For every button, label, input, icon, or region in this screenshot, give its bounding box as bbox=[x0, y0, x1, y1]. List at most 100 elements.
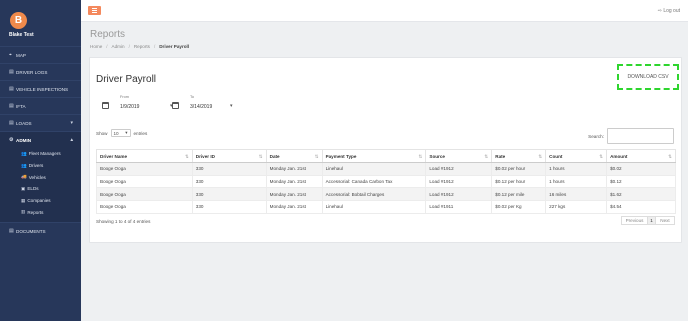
truck-icon: 🚚 bbox=[21, 174, 27, 180]
sidebar-item-driver-logs[interactable]: ▤ DRIVER LOGS bbox=[0, 63, 81, 80]
sidebar-item-label: Drivers bbox=[28, 163, 44, 169]
previous-page-button[interactable]: Previous bbox=[621, 216, 648, 225]
column-header-date[interactable]: Date ⇅ bbox=[265, 149, 323, 163]
hamburger-icon-bar bbox=[92, 11, 97, 13]
logout-link[interactable]: ⇨ Log out bbox=[658, 8, 680, 14]
column-header-driver-name[interactable]: Driver Name ⇅ bbox=[96, 149, 193, 163]
sidebar-item-ifta[interactable]: ▤ IFTA bbox=[0, 97, 81, 114]
sort-icon: ⇅ bbox=[314, 153, 319, 159]
header-label: Source bbox=[429, 153, 445, 159]
breadcrumb: Home / Admin / Reports / Driver Payroll bbox=[90, 44, 189, 49]
cell-payment-type: Linehaul bbox=[321, 200, 427, 214]
page-length-control: Show 10 ▾ entries bbox=[96, 129, 147, 137]
column-header-count[interactable]: Count ⇅ bbox=[545, 149, 608, 163]
cell-source: Load #1912 bbox=[425, 162, 493, 176]
sidebar-nav-bottom: ▤ DOCUMENTS bbox=[0, 222, 81, 239]
sidebar-item-label: VEHICLE INSPECTIONS bbox=[16, 86, 69, 92]
hamburger-icon-bar bbox=[92, 10, 97, 11]
sidebar-item-label: LOADS bbox=[16, 120, 32, 126]
sidebar-item-label: Reports bbox=[27, 209, 44, 215]
chevron-up-icon: ▴ bbox=[70, 137, 73, 143]
cell-count: 16 miles bbox=[545, 187, 608, 202]
cell-date: Monday Jan. 21st bbox=[265, 200, 323, 214]
avatar[interactable]: B bbox=[10, 12, 27, 29]
to-date-value[interactable]: 3/14/2019 bbox=[190, 104, 212, 110]
sidebar: B Blake Test ⌖ MAP ▤ DRIVER LOGS ▤ VEHICLE … bbox=[0, 0, 81, 321]
sidebar-item-label: DOCUMENTS bbox=[16, 228, 46, 234]
from-label: From bbox=[120, 95, 129, 99]
sidebar-item-label: Vehicles bbox=[28, 174, 46, 180]
page-length-select[interactable]: 10 ▾ bbox=[110, 129, 131, 137]
column-header-amount[interactable]: Amount ⇅ bbox=[606, 149, 676, 163]
column-header-driver-id[interactable]: Driver ID ⇅ bbox=[191, 149, 267, 163]
table-row: Booge Ooga 330 Monday Jan. 21st Linehaul Loa… bbox=[96, 200, 676, 214]
sidebar-item-label: IFTA bbox=[16, 103, 26, 109]
cell-driver-name: Booge Ooga bbox=[96, 200, 193, 214]
table-header-row: Driver Name ⇅ Driver ID ⇅ Date ⇅ Payment Ty… bbox=[96, 149, 676, 163]
from-date-value[interactable]: 1/9/2019 bbox=[120, 104, 139, 110]
chevron-down-icon: ▾ bbox=[70, 120, 73, 126]
entries-label: entries bbox=[133, 130, 148, 136]
breadcrumb-home[interactable]: Home bbox=[90, 44, 102, 49]
cell-amount: $0.02 bbox=[606, 162, 676, 176]
cell-rate: $0.02 per hour bbox=[491, 162, 547, 176]
sidebar-item-vehicle-inspections[interactable]: ▤ VEHICLE INSPECTIONS bbox=[0, 80, 81, 97]
breadcrumb-reports[interactable]: Reports bbox=[134, 44, 150, 49]
card-title: Driver Payroll bbox=[96, 74, 157, 85]
column-header-payment-type[interactable]: Payment Type ⇅ bbox=[321, 149, 427, 163]
payroll-table: Driver Name ⇅ Driver ID ⇅ Date ⇅ Payment Ty… bbox=[96, 149, 676, 214]
document-icon: ▤ bbox=[9, 86, 14, 92]
topbar: ⇨ Log out bbox=[81, 0, 688, 22]
cell-date: Monday Jan. 21st bbox=[265, 187, 323, 202]
sidebar-item-loads[interactable]: ▤ LOADS ▾ bbox=[0, 114, 81, 131]
sidebar-item-companies[interactable]: ▦ Companies bbox=[0, 195, 81, 207]
sort-icon: ⇅ bbox=[258, 153, 263, 159]
sidebar-item-drivers[interactable]: 👥 Drivers bbox=[0, 160, 81, 172]
sort-asc-icon: ⇅ bbox=[184, 153, 189, 159]
breadcrumb-admin[interactable]: Admin bbox=[112, 44, 125, 49]
cell-rate: $0.02 per Kg bbox=[491, 200, 547, 214]
cell-driver-id: 330 bbox=[191, 187, 267, 202]
users-icon: 👥 bbox=[21, 150, 27, 156]
cell-amount: $0.12 bbox=[606, 174, 676, 189]
sidebar-item-fleet-managers[interactable]: 👥 Fleet Managers bbox=[0, 148, 81, 160]
cell-date: Monday Jan. 21st bbox=[265, 162, 323, 176]
column-header-rate[interactable]: Rate ⇅ bbox=[491, 149, 547, 163]
chevron-down-icon: ▾ bbox=[125, 130, 128, 135]
sort-icon: ⇅ bbox=[599, 153, 604, 159]
hamburger-icon bbox=[92, 8, 97, 10]
sidebar-item-documents[interactable]: ▤ DOCUMENTS bbox=[0, 222, 81, 239]
sort-icon: ⇅ bbox=[668, 153, 672, 159]
header-label: Count bbox=[549, 153, 563, 159]
cell-source: Load #1912 bbox=[425, 187, 493, 202]
header-label: Date bbox=[269, 153, 280, 159]
sidebar-item-label: ADMIN bbox=[16, 137, 32, 143]
table-row: Booge Ooga 330 Monday Jan. 21st Accessorial… bbox=[96, 174, 676, 189]
sidebar-item-label: Companies bbox=[27, 198, 51, 204]
document-icon: ▤ bbox=[9, 228, 14, 235]
download-csv-button[interactable]: DOWNLOAD CSV bbox=[617, 64, 679, 90]
column-header-source[interactable]: Source ⇅ bbox=[425, 149, 493, 163]
document-icon: ▤ bbox=[9, 69, 14, 75]
table-row: Booge Ooga 330 Monday Jan. 21st Accessorial… bbox=[96, 187, 676, 202]
search-input[interactable] bbox=[607, 128, 674, 144]
sidebar-item-elds[interactable]: ▣ ELDs bbox=[0, 183, 81, 195]
report-card: Driver Payroll DOWNLOAD CSV From 1/9/201… bbox=[89, 57, 682, 243]
sidebar-item-label: ELDs bbox=[27, 186, 39, 192]
breadcrumb-separator: / bbox=[153, 44, 156, 49]
sidebar-item-vehicles[interactable]: 🚚 Vehicles bbox=[0, 171, 81, 183]
cell-payment-type: Accessorial: Bobtail Charges bbox=[321, 187, 427, 202]
breadcrumb-separator: / bbox=[128, 44, 130, 49]
chevron-down-icon: ▾ bbox=[230, 103, 233, 109]
menu-toggle-button[interactable] bbox=[88, 6, 101, 15]
page-length-value: 10 bbox=[113, 130, 119, 136]
next-page-button[interactable]: Next bbox=[655, 216, 675, 225]
device-icon: ▣ bbox=[21, 185, 26, 191]
sidebar-item-label: DRIVER LOGS bbox=[16, 69, 48, 75]
cell-driver-id: 330 bbox=[191, 174, 267, 189]
sidebar-item-map[interactable]: ⌖ MAP bbox=[0, 46, 81, 63]
sort-icon: ⇅ bbox=[484, 153, 489, 159]
sidebar-item-admin[interactable]: ⚙ ADMIN ▴ bbox=[0, 131, 81, 148]
sidebar-item-reports[interactable]: ▥ Reports bbox=[0, 206, 81, 218]
cell-rate: $0.12 per mile bbox=[491, 187, 547, 202]
